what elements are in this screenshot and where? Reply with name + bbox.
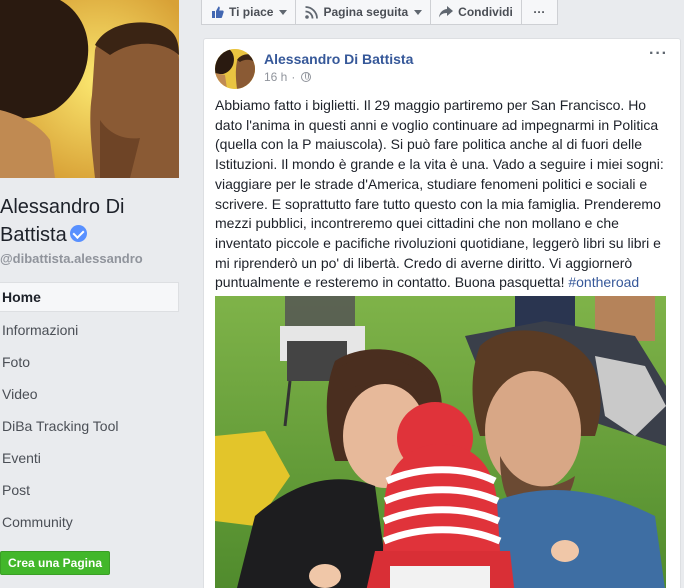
nav-item-informazioni[interactable]: Informazioni bbox=[0, 314, 179, 346]
share-page-button[interactable]: Condividi bbox=[430, 0, 522, 25]
more-icon: ··· bbox=[533, 5, 546, 19]
left-column: Alessandro Di Battista @dibattista.aless… bbox=[0, 0, 190, 588]
verified-badge-icon bbox=[69, 225, 87, 242]
nav-item-eventi[interactable]: Eventi bbox=[0, 442, 179, 474]
thumbs-up-icon bbox=[210, 5, 224, 19]
post-options-button[interactable]: ··· bbox=[649, 46, 668, 62]
follow-page-button[interactable]: Pagina seguita bbox=[295, 0, 432, 25]
more-options-button[interactable]: ··· bbox=[520, 0, 558, 25]
post-card: Alessandro Di Battista 16 h · ··· Abbiam… bbox=[203, 38, 681, 588]
profile-photo-image bbox=[0, 0, 179, 178]
nav-item-diba-tracking-tool[interactable]: DiBa Tracking Tool bbox=[0, 410, 179, 442]
post-body: Abbiamo fatto i biglietti. Il 29 maggio … bbox=[215, 96, 670, 293]
nav-item-community[interactable]: Community bbox=[0, 506, 179, 538]
hashtag-link[interactable]: #ontheroad bbox=[568, 274, 639, 290]
page-nav: Home Informazioni Foto Video DiBa Tracki… bbox=[0, 282, 179, 538]
globe-icon bbox=[301, 72, 312, 82]
rss-icon bbox=[304, 5, 318, 19]
page-action-bar: Ti piace Pagina seguita Condividi ··· bbox=[201, 0, 558, 25]
post-photo[interactable] bbox=[215, 296, 666, 588]
profile-picture[interactable] bbox=[0, 0, 179, 178]
avatar-image bbox=[215, 49, 255, 89]
create-page-button[interactable]: Crea una Pagina bbox=[0, 551, 110, 575]
like-page-button[interactable]: Ti piace bbox=[201, 0, 297, 25]
author-avatar[interactable] bbox=[215, 49, 255, 89]
share-page-label: Condividi bbox=[458, 5, 513, 19]
page-title: Alessandro Di Battista bbox=[0, 193, 185, 249]
post-photo-image bbox=[215, 296, 666, 588]
chevron-down-icon bbox=[279, 9, 288, 15]
nav-item-foto[interactable]: Foto bbox=[0, 346, 179, 378]
post-text: Abbiamo fatto i biglietti. Il 29 maggio … bbox=[215, 97, 664, 291]
post-author[interactable]: Alessandro Di Battista bbox=[264, 51, 413, 67]
post-timestamp[interactable]: 16 h bbox=[264, 70, 287, 84]
nav-item-home[interactable]: Home bbox=[0, 282, 179, 312]
like-page-label: Ti piace bbox=[229, 5, 274, 19]
nav-item-video[interactable]: Video bbox=[0, 378, 179, 410]
chevron-down-icon bbox=[414, 9, 423, 15]
follow-page-label: Pagina seguita bbox=[323, 5, 409, 19]
page-handle[interactable]: @dibattista.alessandro bbox=[0, 251, 143, 266]
post-meta: 16 h · bbox=[264, 70, 312, 84]
share-arrow-icon bbox=[439, 5, 454, 19]
meta-separator: · bbox=[291, 70, 296, 84]
nav-item-post[interactable]: Post bbox=[0, 474, 179, 506]
page-title-text: Alessandro Di Battista bbox=[0, 196, 125, 246]
